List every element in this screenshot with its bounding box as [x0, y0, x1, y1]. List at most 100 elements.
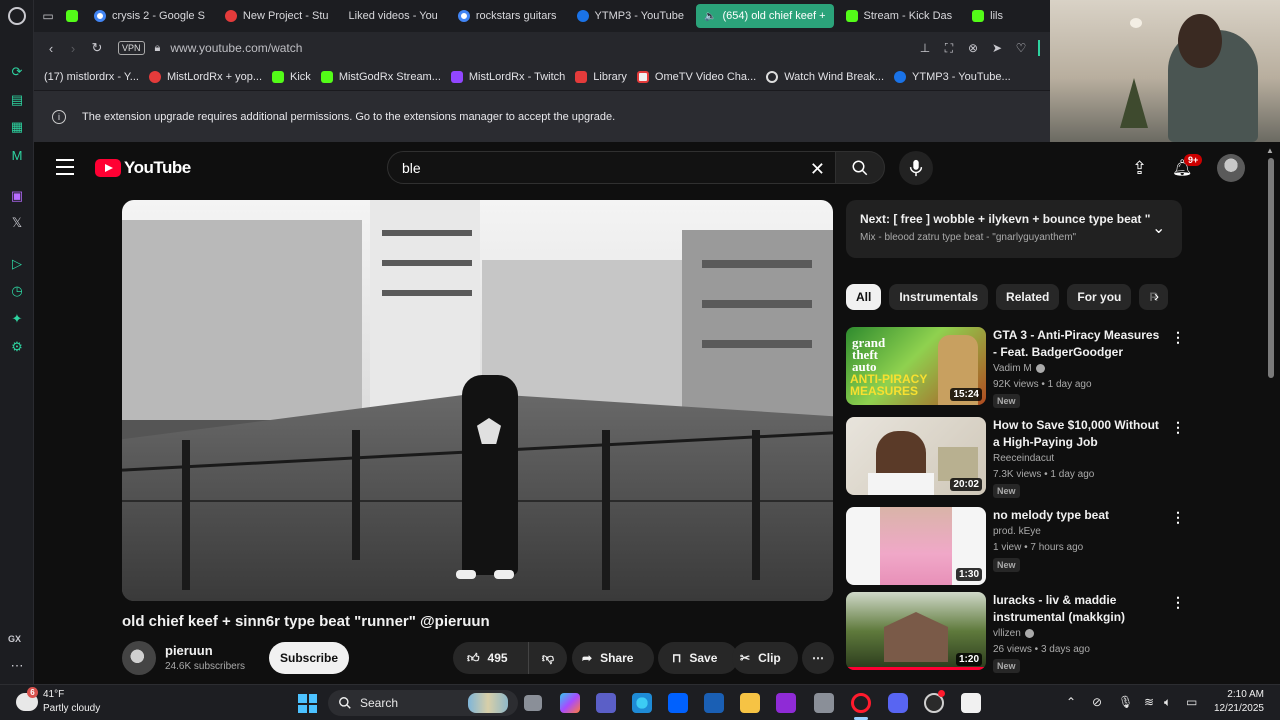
task-view-icon[interactable] — [524, 695, 542, 711]
recommendation-channel[interactable]: vllizen — [993, 628, 1034, 639]
youtube-logo[interactable]: YouTube — [95, 158, 191, 178]
bookmark-item[interactable]: Library — [575, 71, 627, 83]
bookmark-item[interactable]: MistLordRx + yop... — [148, 71, 262, 83]
account-avatar[interactable] — [1217, 154, 1245, 182]
send-icon[interactable]: ➤ — [990, 41, 1004, 55]
video-thumbnail[interactable]: 1:30 — [846, 507, 986, 585]
bookmark-item[interactable]: Kick — [272, 71, 311, 83]
more-sidebar-icon[interactable]: ⋯ — [7, 656, 27, 676]
wifi-icon[interactable]: ≋ — [1144, 695, 1154, 709]
mic-tray-icon[interactable]: 🎙︎ — [1118, 695, 1133, 709]
clipchamp-icon[interactable] — [776, 693, 796, 713]
bookmark-item[interactable]: Watch Wind Break... — [766, 71, 884, 83]
tab-kick-pinned[interactable] — [62, 4, 82, 28]
bookmark-item[interactable]: MistLordRx - Twitch — [450, 71, 565, 83]
clock-date[interactable]: 12/21/2025 — [1210, 703, 1264, 714]
discord-icon[interactable] — [888, 693, 908, 713]
more-actions-button[interactable]: ⋯ — [802, 642, 834, 674]
channel-name[interactable]: pieruun — [165, 643, 213, 658]
scrollbar-thumb[interactable] — [1268, 158, 1274, 378]
speaker-icon[interactable]: 🔈 — [704, 11, 716, 22]
outlook-icon[interactable] — [704, 693, 724, 713]
subscribe-button[interactable]: Subscribe — [269, 642, 349, 674]
next-up-panel[interactable]: Next: [ free ] wobble + ilykevn + bounce… — [846, 200, 1182, 258]
video-player[interactable] — [122, 200, 833, 601]
weather-desc[interactable]: Partly cloudy — [43, 703, 100, 714]
pin-icon[interactable]: ⊥ — [918, 41, 932, 55]
opera-logo-icon[interactable] — [8, 7, 26, 25]
more-vert-icon[interactable]: ⋮ — [1171, 419, 1185, 436]
chip-all[interactable]: All — [846, 284, 882, 310]
twitch-icon[interactable]: ▣ — [7, 186, 27, 206]
network-off-icon[interactable]: ⊘ — [1092, 695, 1102, 709]
vpn-badge[interactable]: VPN — [118, 41, 145, 55]
tab-item[interactable]: New Project - Stu — [217, 4, 337, 28]
tab-active[interactable]: 🔈 (654) old chief keef + — [696, 4, 834, 28]
volume-icon[interactable]: 🔈︎ — [1164, 695, 1171, 710]
tab-item[interactable]: Liked videos - You — [341, 4, 446, 28]
edge-icon[interactable] — [632, 693, 652, 713]
share-button[interactable]: ➦ Share — [572, 642, 654, 674]
heart-icon[interactable]: ♡ — [1014, 41, 1028, 55]
clip-button[interactable]: ✂ Clip — [732, 642, 798, 674]
search-button[interactable] — [835, 151, 885, 184]
more-vert-icon[interactable]: ⋮ — [1171, 509, 1185, 526]
clock-time[interactable]: 2:10 AM — [1222, 689, 1264, 700]
copilot-icon[interactable] — [560, 693, 580, 713]
messenger-icon[interactable]: M — [7, 145, 27, 165]
reload-icon[interactable]: ↻ — [86, 37, 108, 59]
x-twitter-icon[interactable]: 𝕏 — [7, 213, 27, 233]
tab-item[interactable]: Stream - Kick Das — [838, 4, 961, 28]
recommendation-item[interactable]: 1:30 no melody type beat prod. kEye 1 vi… — [846, 507, 1186, 587]
recommendation-item[interactable]: 20:02 How to Save $10,000 Without a High… — [846, 417, 1186, 498]
gx-control-icon[interactable]: ▤ — [7, 90, 27, 110]
tab-item[interactable]: lils — [964, 4, 1011, 28]
chevron-down-icon[interactable]: ⌄ — [1152, 218, 1165, 238]
forward-icon[interactable]: › — [62, 37, 84, 59]
upload-icon[interactable]: ⇪ — [1132, 158, 1147, 179]
search-input[interactable] — [402, 159, 782, 176]
chip-related[interactable]: Related — [996, 284, 1060, 310]
more-vert-icon[interactable]: ⋮ — [1171, 594, 1185, 611]
weather-temp[interactable]: 41°F — [43, 689, 64, 700]
player-icon[interactable]: ▷ — [7, 254, 27, 274]
history-icon[interactable]: ◷ — [7, 281, 27, 301]
dropbox-icon[interactable] — [668, 693, 688, 713]
video-thumbnail[interactable]: 20:02 — [846, 417, 986, 495]
menu-icon[interactable] — [56, 159, 74, 175]
url-field[interactable]: www.youtube.com/watch — [170, 41, 302, 55]
recommendation-title[interactable]: How to Save $10,000 Without a High-Payin… — [993, 417, 1163, 451]
extensions-icon[interactable]: ✦ — [7, 309, 27, 329]
block-icon[interactable]: ⊗ — [966, 41, 980, 55]
teams-icon[interactable] — [596, 693, 616, 713]
bookmark-item[interactable]: OmeTV Video Cha... — [636, 71, 756, 83]
show-hidden-icons-icon[interactable]: ⌃ — [1066, 695, 1076, 709]
video-thumbnail[interactable]: grand theft auto ANTI-PIRACY MEASURES 15:24 — [846, 327, 986, 405]
more-vert-icon[interactable]: ⋮ — [1171, 329, 1185, 346]
bookmark-item[interactable]: (17) mistlordrx - Y... — [44, 71, 139, 83]
tab-list-icon[interactable]: ▭ — [34, 9, 62, 23]
opera-gx-icon[interactable] — [851, 693, 871, 713]
back-icon[interactable]: ‹ — [40, 37, 62, 59]
screenshot-icon[interactable]: ⛶ — [942, 41, 956, 56]
gx-corner-icon[interactable]: ▦ — [7, 117, 27, 137]
chip-instrumentals[interactable]: Instrumentals — [889, 284, 989, 310]
tab-item[interactable]: YTMP3 - YouTube — [569, 4, 692, 28]
refresh-sidebar-icon[interactable]: ⟳ — [7, 62, 27, 82]
recommendation-title[interactable]: no melody type beat — [993, 507, 1163, 524]
recommendation-channel[interactable]: Reeceindacut — [993, 453, 1054, 464]
chevron-right-icon[interactable]: › — [1154, 288, 1159, 305]
dislike-button[interactable]: 👎︎ — [529, 651, 567, 666]
recommendation-channel[interactable]: prod. kEye — [993, 526, 1041, 537]
settings-icon[interactable]: ⚙ — [7, 337, 27, 357]
gx-label[interactable]: GX — [8, 634, 21, 644]
recommendation-channel[interactable]: Vadim M — [993, 363, 1045, 374]
clear-search-icon[interactable]: ✕ — [810, 159, 825, 180]
windows-start-icon[interactable] — [298, 694, 317, 713]
channel-avatar[interactable] — [122, 641, 156, 675]
video-thumbnail[interactable]: 1:20 — [846, 592, 986, 670]
bookmark-item[interactable]: MistGodRx Stream... — [320, 71, 441, 83]
recommendation-item[interactable]: 1:20 luracks - liv & maddie instrumental… — [846, 592, 1186, 673]
recommendation-title[interactable]: luracks - liv & maddie instrumental (mak… — [993, 592, 1163, 626]
file-explorer-icon[interactable] — [740, 693, 760, 713]
